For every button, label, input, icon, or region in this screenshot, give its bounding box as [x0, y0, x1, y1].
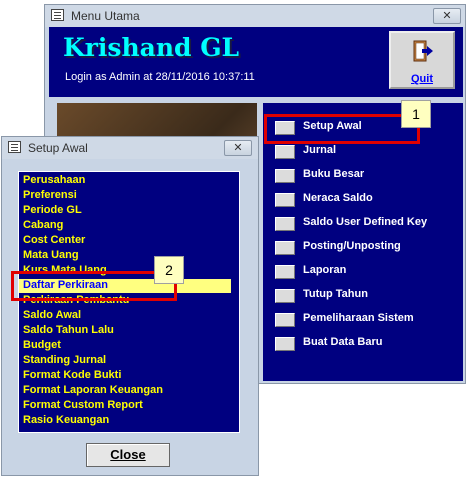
- dialog-title: Setup Awal: [28, 141, 88, 155]
- menu-button-posting-unposting[interactable]: [275, 241, 295, 255]
- list-item-saldo-awal[interactable]: Saldo Awal: [23, 309, 81, 323]
- menu-label: Saldo User Defined Key: [303, 216, 428, 228]
- list-item-cabang[interactable]: Cabang: [23, 219, 63, 233]
- setup-awal-dialog: Setup Awal ✕ Perusahaan Preferensi Perio…: [1, 136, 259, 476]
- list-item-format-kode-bukti[interactable]: Format Kode Bukti: [23, 369, 121, 383]
- quit-label: Quit: [411, 73, 433, 85]
- dialog-titlebar: Setup Awal ✕: [2, 137, 258, 159]
- menu-label: Laporan: [303, 264, 347, 276]
- list-item-cost-center[interactable]: Cost Center: [23, 234, 85, 248]
- list-item-preferensi[interactable]: Preferensi: [23, 189, 77, 203]
- main-window-title: Menu Utama: [71, 9, 140, 23]
- step-callout-2: 2: [154, 256, 184, 284]
- app-title: Krishand GL: [63, 33, 240, 62]
- menu-button-neraca-saldo[interactable]: [275, 193, 295, 207]
- window-form-icon: [8, 141, 21, 153]
- list-item-rasio-keuangan[interactable]: Rasio Keuangan: [23, 414, 109, 428]
- main-titlebar: Menu Utama ✕: [45, 5, 465, 27]
- menu-button-buat-data-baru[interactable]: [275, 337, 295, 351]
- highlight-setup-awal: [264, 114, 420, 144]
- menu-button-saldo-user-defined-key[interactable]: [275, 217, 295, 231]
- menu-label: Tutup Tahun: [303, 288, 368, 300]
- menu-label: Neraca Saldo: [303, 192, 373, 204]
- header-banner: Krishand GL Login as Admin at 28/11/2016…: [49, 27, 463, 97]
- window-form-icon: [51, 9, 64, 21]
- menu-label: Buku Besar: [303, 168, 365, 180]
- list-item-format-custom-report[interactable]: Format Custom Report: [23, 399, 143, 413]
- exit-door-icon: [413, 40, 433, 62]
- menu-button-tutup-tahun[interactable]: [275, 289, 295, 303]
- highlight-daftar-perkiraan: [11, 271, 177, 301]
- setup-options-list: Perusahaan Preferensi Periode GL Cabang …: [18, 171, 240, 433]
- menu-button-buku-besar[interactable]: [275, 169, 295, 183]
- menu-label: Jurnal: [303, 144, 337, 156]
- list-item-perusahaan[interactable]: Perusahaan: [23, 174, 85, 188]
- menu-button-jurnal[interactable]: [275, 145, 295, 159]
- list-item-saldo-tahun-lalu[interactable]: Saldo Tahun Lalu: [23, 324, 114, 338]
- step-callout-1: 1: [401, 100, 431, 128]
- menu-label: Buat Data Baru: [303, 336, 383, 348]
- dialog-close-icon[interactable]: ✕: [224, 140, 252, 156]
- menu-button-pemeliharaan-sistem[interactable]: [275, 313, 295, 327]
- menu-button-laporan[interactable]: [275, 265, 295, 279]
- menu-label: Posting/Unposting: [303, 240, 401, 252]
- list-item-format-laporan-keuangan[interactable]: Format Laporan Keuangan: [23, 384, 163, 398]
- close-button[interactable]: Close: [86, 443, 170, 467]
- quit-button[interactable]: Quit: [389, 31, 455, 89]
- list-item-budget[interactable]: Budget: [23, 339, 61, 353]
- menu-label: Pemeliharaan Sistem: [303, 312, 414, 324]
- login-status: Login as Admin at 28/11/2016 10:37:11: [65, 71, 255, 83]
- main-menu-panel: Setup Awal Jurnal Buku Besar Neraca Sald…: [263, 103, 463, 381]
- list-item-periode-gl[interactable]: Periode GL: [23, 204, 82, 218]
- list-item-standing-jurnal[interactable]: Standing Jurnal: [23, 354, 106, 368]
- main-close-icon[interactable]: ✕: [433, 8, 461, 24]
- list-item-mata-uang[interactable]: Mata Uang: [23, 249, 79, 263]
